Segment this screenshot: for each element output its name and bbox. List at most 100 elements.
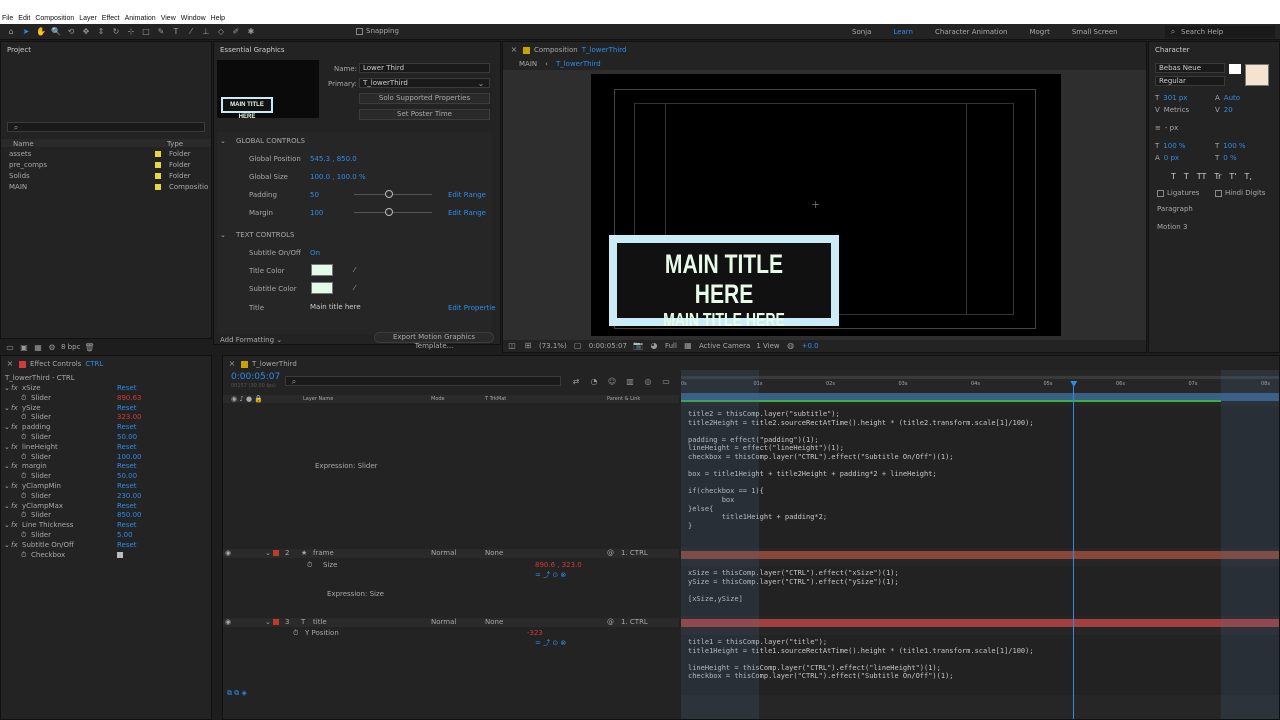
visibility-eye-icon[interactable]: ◉ [225, 618, 231, 626]
timeline-timecode[interactable]: 0:00:05:07 [231, 372, 280, 382]
effect-property-value[interactable]: 230.00 [117, 492, 142, 500]
project-column-name[interactable]: Name [13, 140, 34, 148]
trkmat-dropdown[interactable]: None [485, 549, 503, 557]
stopwatch-icon[interactable]: ⏱ [307, 561, 312, 570]
shy-layers-icon[interactable]: ☺ [607, 377, 617, 387]
type-tool-icon[interactable]: T [171, 27, 181, 37]
chevron-down-icon[interactable]: ⌄ [4, 502, 10, 510]
project-settings-icon[interactable]: ⚙ [47, 343, 57, 353]
fx-icon[interactable]: fx [11, 482, 18, 490]
leading-value[interactable]: Auto [1224, 94, 1240, 102]
region-of-interest-icon[interactable]: ▢ [573, 341, 583, 351]
layer-label-color[interactable] [273, 550, 279, 556]
time-graph-area[interactable]: 0s 01s 02s 03s 04s 05s 06s 07s 08s title2 = this… [681, 370, 1279, 719]
name-field[interactable]: Lower Third [359, 63, 490, 73]
composition-canvas[interactable]: + MAIN TITLE HERE MAIN TITLE HERE [591, 74, 1061, 336]
breadcrumb-main[interactable]: MAIN [519, 60, 537, 68]
effect-reset-link[interactable]: Reset [117, 541, 137, 549]
close-icon[interactable]: × [227, 359, 237, 369]
motion-3-panel-tab[interactable]: Motion 3 [1157, 223, 1187, 231]
eyedropper-icon[interactable]: ⁄ [354, 284, 355, 292]
hand-tool-icon[interactable]: ✋ [36, 27, 46, 37]
camera-dropdown[interactable]: Active Camera [699, 342, 750, 350]
layer-row-frame[interactable]: ◉ ⌄ 2 ★ frame Normal None @ 1. CTRL [223, 549, 679, 558]
chevron-down-icon[interactable]: ⌄ [4, 423, 10, 431]
snapping-checkbox[interactable] [356, 27, 363, 35]
workspace-learn[interactable]: Learn [893, 28, 913, 36]
title-color-swatch[interactable] [311, 264, 333, 276]
transparency-grid-icon[interactable]: ▦ [683, 341, 693, 351]
global-position-value[interactable]: 545.3 , 850.0 [310, 155, 357, 163]
menu-layer[interactable]: Layer [79, 15, 97, 22]
selection-tool-icon[interactable]: ➤ [21, 27, 31, 37]
stopwatch-icon[interactable]: ⏱ [293, 629, 298, 638]
new-composition-icon[interactable]: ▦ [33, 343, 43, 353]
chevron-down-icon[interactable]: ⌄ [4, 443, 10, 451]
fx-icon[interactable]: fx [11, 502, 18, 510]
clone-stamp-icon[interactable]: ⊥ [201, 27, 211, 37]
dolly-tool-icon[interactable]: ⇕ [96, 27, 106, 37]
font-size-value[interactable]: 301 px [1163, 94, 1187, 102]
3d-renderer-icon[interactable]: ◍ [786, 341, 796, 351]
effect-reset-link[interactable]: Reset [117, 423, 137, 431]
stopwatch-icon[interactable]: ⏱ [21, 472, 26, 481]
chevron-down-icon[interactable]: ⌄ [4, 462, 10, 470]
breadcrumb-current[interactable]: T_lowerThird [556, 60, 601, 68]
ligatures-checkbox[interactable] [1157, 189, 1164, 197]
stopwatch-icon[interactable]: ⏱ [21, 453, 26, 462]
magnification-dropdown[interactable]: (73.1%) [539, 342, 567, 350]
padding-slider[interactable] [354, 190, 432, 198]
effect-reset-link[interactable]: Reset [117, 462, 137, 470]
effect-controls-tab[interactable]: Effect Controls [30, 360, 81, 368]
expression-controls-icons[interactable]: = ⤴ ⊙ ⊗ [535, 638, 566, 648]
layer-name[interactable]: title [313, 618, 327, 626]
hindi-digits-checkbox[interactable] [1215, 189, 1222, 197]
bit-depth-label[interactable]: 8 bpc [61, 343, 80, 353]
rectangle-tool-icon[interactable]: □ [141, 27, 151, 37]
workspace-small-screen[interactable]: Small Screen [1072, 28, 1118, 36]
project-item[interactable]: assets Folder [1, 150, 211, 160]
primary-dropdown[interactable]: T_lowerThird ⌄ [359, 78, 490, 88]
stroke-width-value[interactable]: - px [1165, 124, 1178, 132]
faux-bold-button[interactable]: T [1171, 172, 1176, 181]
expression-controls-icons[interactable]: = ⤴ ⊙ ⊗ [535, 570, 566, 580]
fx-icon[interactable]: fx [11, 423, 18, 431]
exposure-value[interactable]: +0.0 [802, 342, 819, 350]
global-controls-header[interactable]: GLOBAL CONTROLS [236, 137, 305, 145]
brush-tool-icon[interactable]: ⁄ [186, 27, 196, 37]
puppet-pin-icon[interactable]: ✱ [246, 27, 256, 37]
composition-mini-flowchart-icon[interactable]: ⇄ [571, 377, 581, 387]
title-edit-properties-link[interactable]: Edit Propertie [448, 304, 496, 312]
blend-mode-dropdown[interactable]: Normal [431, 549, 456, 557]
rotate-tool-icon[interactable]: ↻ [111, 27, 121, 37]
parent-dropdown[interactable]: 1. CTRL [621, 618, 648, 626]
fill-color-swatch[interactable] [1245, 64, 1269, 86]
work-area-bar[interactable] [681, 376, 1279, 379]
kerning-value[interactable]: Metrics [1164, 106, 1189, 114]
stopwatch-icon[interactable]: ⏱ [21, 413, 26, 422]
always-preview-icon[interactable]: ◫ [507, 341, 517, 351]
chevron-down-icon[interactable]: ⌄ [4, 404, 10, 412]
fx-icon[interactable]: fx [11, 404, 18, 412]
frame-blending-icon[interactable]: ▥ [625, 377, 635, 387]
motion-blur-icon[interactable]: ◎ [643, 377, 653, 387]
margin-slider[interactable] [354, 208, 432, 216]
effect-checkbox[interactable] [117, 551, 123, 558]
close-icon[interactable]: × [5, 359, 15, 369]
effect-reset-link[interactable]: Reset [117, 384, 137, 392]
mode-column[interactable]: Mode [431, 396, 445, 402]
chevron-down-icon[interactable]: ⌄ [4, 384, 10, 392]
view-layout-dropdown[interactable]: 1 View [756, 342, 779, 350]
time-ruler[interactable]: 0s 01s 02s 03s 04s 05s 06s 07s 08s [681, 381, 1279, 393]
roto-brush-icon[interactable]: ✐ [231, 27, 241, 37]
title-layer-bar[interactable] [681, 619, 1279, 627]
trkmat-dropdown[interactable]: None [485, 618, 503, 626]
effect-property-value[interactable]: 323.00 [117, 413, 142, 421]
faux-italic-button[interactable]: T [1184, 172, 1189, 181]
effect-reset-link[interactable]: Reset [117, 521, 137, 529]
zoom-tool-icon[interactable]: 🔍 [51, 27, 61, 37]
menu-composition[interactable]: Composition [35, 15, 74, 22]
project-column-type[interactable]: Type [167, 140, 183, 148]
effect-reset-link[interactable]: Reset [117, 502, 137, 510]
chevron-down-icon[interactable]: ⌄ [4, 521, 10, 529]
